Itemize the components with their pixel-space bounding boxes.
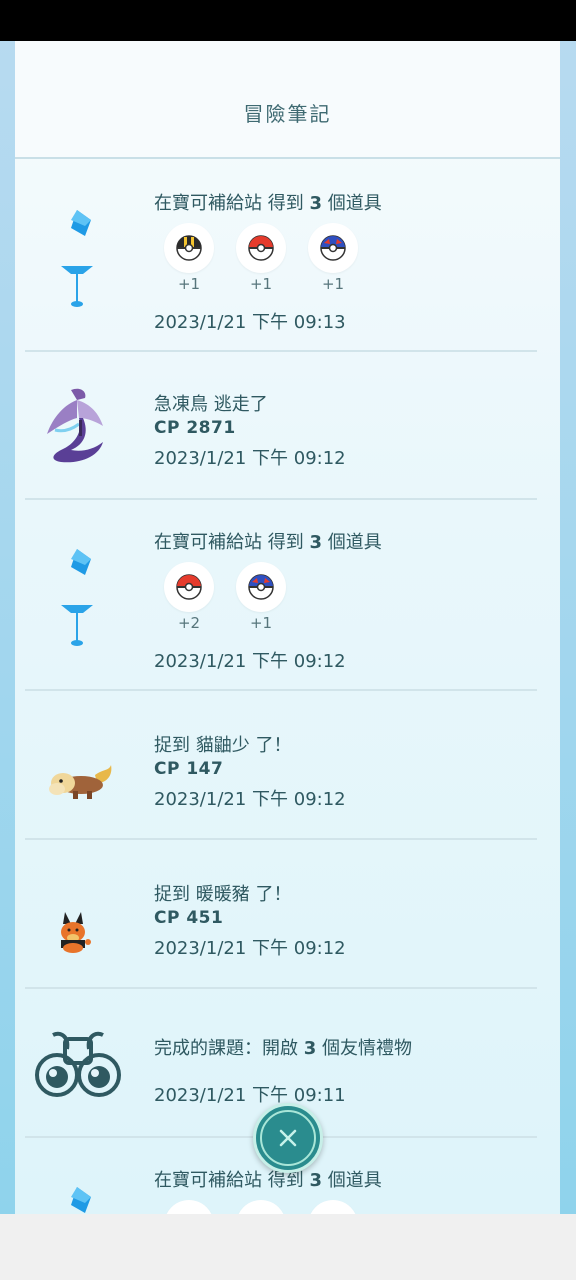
navigation-bar <box>0 1214 576 1280</box>
entry-title: 在寶可補給站 得到 3 個道具 <box>154 1170 382 1191</box>
close-button[interactable] <box>253 1103 323 1173</box>
great-ball-icon <box>320 235 346 261</box>
journal-screen: 冒險筆記 在寶可補給站 得到 3 個道具 +1 +1 +1 2023/1/21 … <box>0 41 576 1214</box>
journal-entry-caught-2[interactable]: 捉到 暖暖豬 了！ CP 451 2023/1/21 下午 09:12 <box>25 840 537 989</box>
reward-item: +1 <box>164 223 214 293</box>
reward-item: +1 <box>236 562 286 632</box>
page-title: 冒險筆記 <box>243 102 332 126</box>
pokestop-icon <box>61 549 93 646</box>
status-bar <box>0 0 576 41</box>
reward-items: +2 +1 <box>164 562 286 632</box>
entry-timestamp: 2023/1/21 下午 09:11 <box>154 1085 346 1106</box>
reward-item: +1 <box>236 223 286 293</box>
pokestop-icon <box>61 210 93 307</box>
reward-item <box>236 1200 286 1214</box>
entry-title: 在寶可補給站 得到 3 個道具 <box>154 532 382 553</box>
journal-header: 冒險筆記 <box>15 41 560 159</box>
tepig-icon <box>61 912 91 953</box>
reward-items: +1 +1 +1 <box>164 223 358 293</box>
entry-timestamp: 2023/1/21 下午 09:12 <box>154 448 346 469</box>
entry-cp: CP 147 <box>154 759 224 779</box>
reward-item <box>164 1200 214 1214</box>
binoculars-icon <box>35 1031 121 1097</box>
journal-entry-pokestop-1[interactable]: 在寶可補給站 得到 3 個道具 +1 +1 +1 2023/1/21 下午 09… <box>25 161 537 352</box>
entry-cp: CP 451 <box>154 908 224 928</box>
entry-title: 急凍鳥 逃走了 <box>154 394 268 415</box>
galarian-articuno-icon <box>47 388 103 463</box>
entry-title: 完成的課題：開啟 3 個友情禮物 <box>154 1038 412 1059</box>
reward-item: +1 <box>308 223 358 293</box>
yungoos-icon <box>49 765 112 799</box>
journal-entry-pokestop-2[interactable]: 在寶可補給站 得到 3 個道具 +2 +1 2023/1/21 下午 09:12 <box>25 500 537 691</box>
journal-panel[interactable]: 冒險筆記 在寶可補給站 得到 3 個道具 +1 +1 +1 2023/1/21 … <box>15 41 560 1214</box>
great-ball-icon <box>248 574 274 600</box>
entry-title: 捉到 貓鼬少 了！ <box>154 735 292 756</box>
ultra-ball-icon <box>176 235 202 261</box>
entry-timestamp: 2023/1/21 下午 09:12 <box>154 651 346 672</box>
close-icon <box>279 1129 297 1147</box>
pokestop-icon <box>71 1187 91 1213</box>
entry-cp: CP 2871 <box>154 418 236 438</box>
poke-ball-icon <box>248 235 274 261</box>
entry-timestamp: 2023/1/21 下午 09:13 <box>154 312 346 333</box>
entry-title: 捉到 暖暖豬 了！ <box>154 884 292 905</box>
journal-entry-caught-1[interactable]: 捉到 貓鼬少 了！ CP 147 2023/1/21 下午 09:12 <box>25 691 537 840</box>
entry-timestamp: 2023/1/21 下午 09:12 <box>154 938 346 959</box>
reward-item <box>308 1200 358 1214</box>
entry-title: 在寶可補給站 得到 3 個道具 <box>154 193 382 214</box>
reward-item: +2 <box>164 562 214 632</box>
reward-items <box>164 1200 358 1214</box>
poke-ball-icon <box>176 574 202 600</box>
entry-timestamp: 2023/1/21 下午 09:12 <box>154 789 346 810</box>
journal-entry-fled[interactable]: 急凍鳥 逃走了 CP 2871 2023/1/21 下午 09:12 <box>25 352 537 500</box>
